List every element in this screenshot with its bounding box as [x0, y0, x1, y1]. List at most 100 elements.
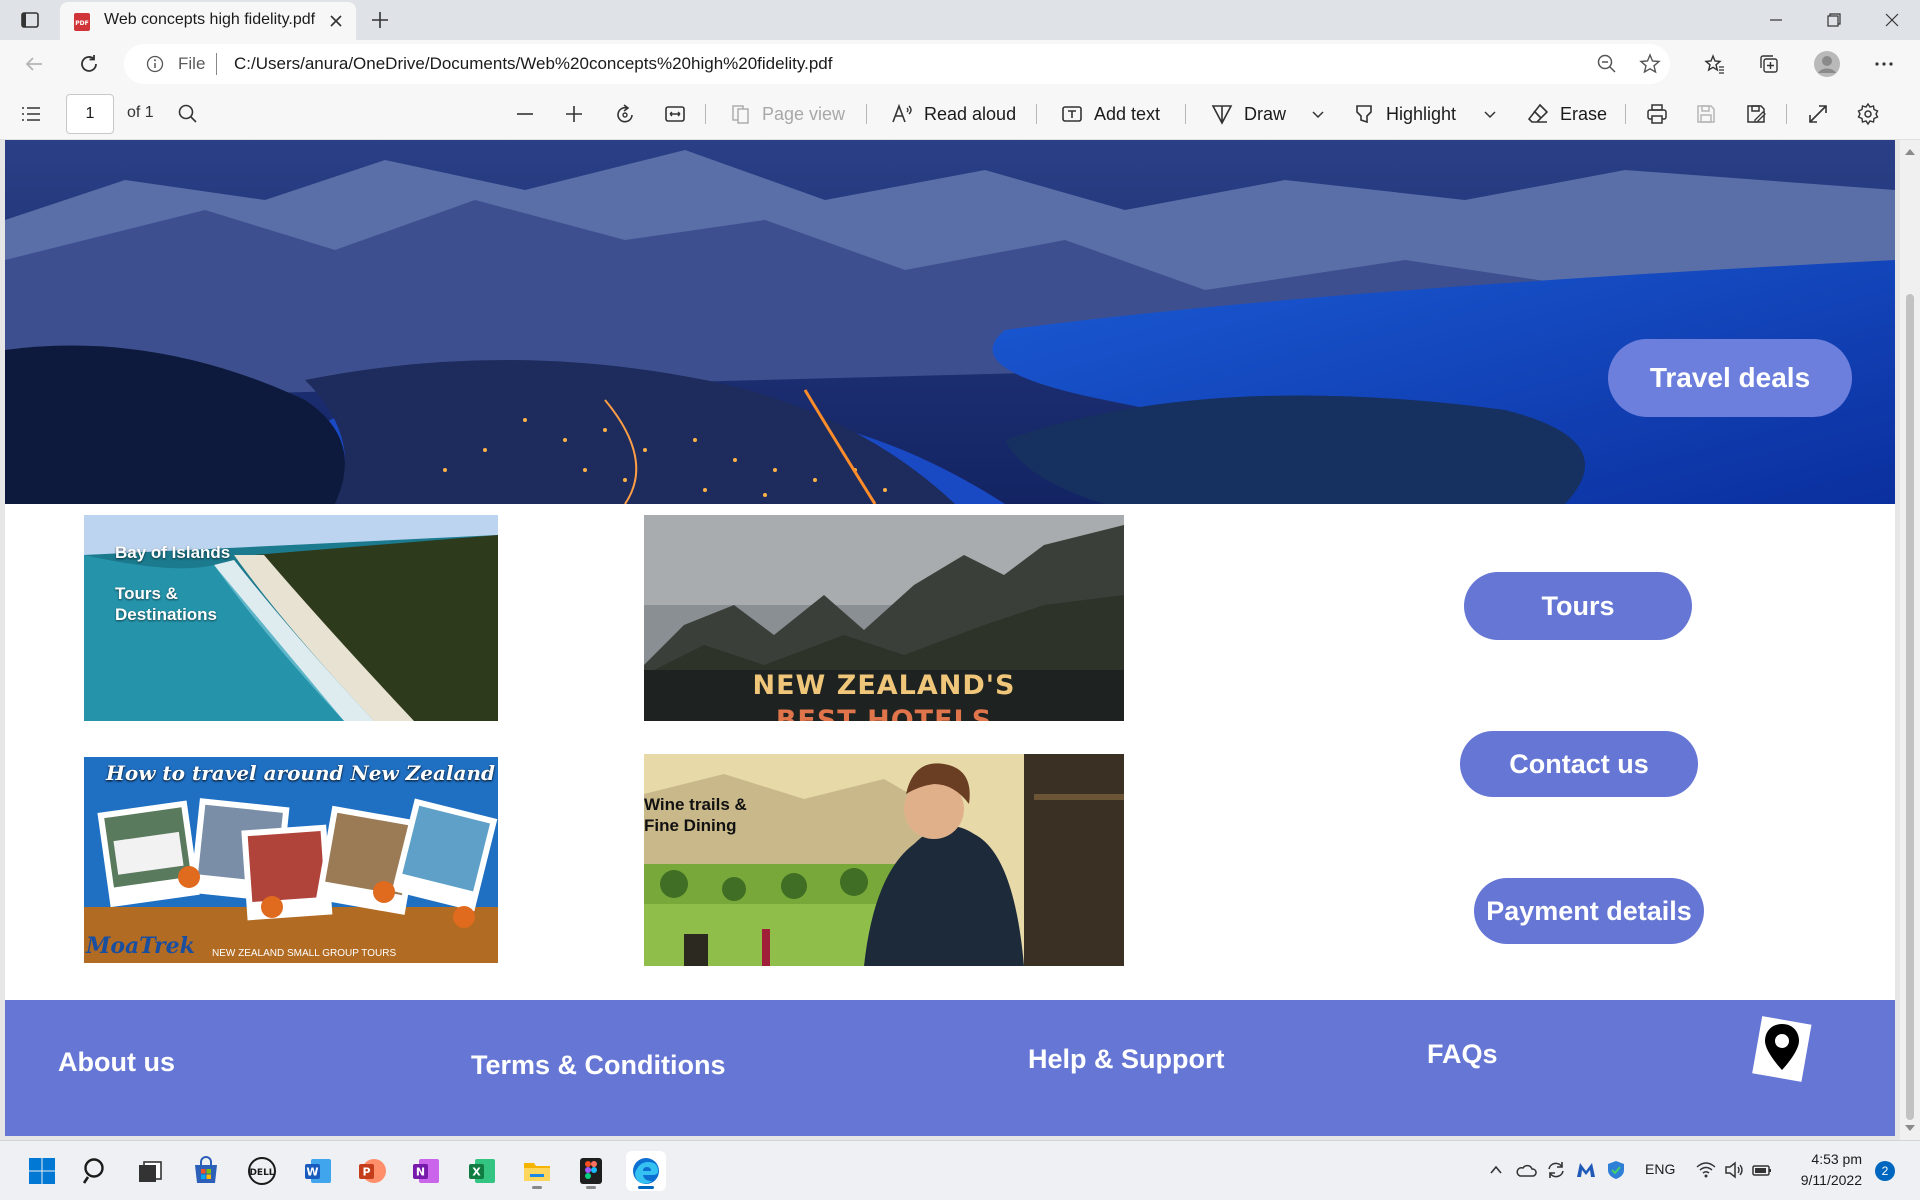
onenote-icon[interactable]: N [406, 1151, 446, 1191]
volume-icon[interactable] [1723, 1159, 1745, 1181]
microsoft-store-icon[interactable] [186, 1151, 226, 1191]
tab-close-icon[interactable] [326, 11, 346, 31]
task-view-icon[interactable] [130, 1151, 170, 1191]
wifi-icon[interactable] [1695, 1159, 1717, 1181]
restore-icon[interactable] [1806, 0, 1862, 40]
full-screen-icon[interactable] [1806, 102, 1830, 126]
language-indicator[interactable]: ENG [1645, 1161, 1675, 1177]
refresh-icon[interactable] [75, 50, 103, 78]
notification-badge[interactable]: 2 [1875, 1161, 1895, 1181]
toolbar-divider [1036, 104, 1037, 124]
favorites-icon[interactable] [1700, 50, 1728, 78]
security-shield-icon[interactable] [1605, 1159, 1627, 1181]
about-us-link[interactable]: About us [58, 1047, 175, 1078]
powerpoint-icon[interactable]: P [352, 1151, 392, 1191]
scrollbar-thumb[interactable] [1906, 294, 1914, 1120]
minimize-icon[interactable] [1748, 0, 1804, 40]
profile-avatar[interactable] [1813, 50, 1841, 78]
info-icon[interactable] [146, 55, 164, 73]
sync-icon[interactable] [1545, 1159, 1567, 1181]
moatrek-tagline: NEW ZEALAND SMALL GROUP TOURS [212, 948, 397, 959]
show-hidden-icons-chevron-icon[interactable] [1485, 1159, 1507, 1181]
draw-dropdown-chevron-icon[interactable] [1306, 102, 1330, 126]
url-text[interactable]: C:/Users/anura/OneDrive/Documents/Web%20… [234, 54, 832, 74]
highlight-button[interactable]: Highlight [1352, 101, 1456, 127]
bay-of-islands-title: Bay of Islands [115, 543, 231, 562]
word-icon[interactable]: W [298, 1151, 338, 1191]
travel-deals-button[interactable]: Travel deals [1608, 339, 1852, 417]
add-favorite-icon[interactable] [1639, 53, 1661, 75]
new-tab-icon[interactable] [368, 8, 392, 32]
erase-button[interactable]: Erase [1526, 101, 1607, 127]
scroll-up-arrow-icon[interactable] [1905, 143, 1915, 161]
vertical-scrollbar[interactable] [1900, 140, 1920, 1140]
page-number-input[interactable]: 1 [66, 94, 114, 134]
url-scheme: File [178, 54, 206, 73]
page-view-button[interactable]: Page view [730, 101, 845, 127]
faqs-link[interactable]: FAQs [1427, 1039, 1498, 1070]
find-icon[interactable] [176, 102, 200, 126]
malwarebytes-icon[interactable] [1575, 1159, 1597, 1181]
contact-us-button[interactable]: Contact us [1460, 731, 1698, 797]
hero-image: Travel deals [5, 140, 1895, 504]
read-aloud-button[interactable]: Read aloud [890, 101, 1016, 127]
best-hotels-title: NEW ZEALAND'S [752, 670, 1016, 701]
bay-of-islands-card[interactable]: Bay of Islands Tours & Destinations [84, 515, 498, 721]
toolbar-divider [1185, 104, 1186, 124]
more-options-icon[interactable] [1870, 50, 1898, 78]
wine-trails-card[interactable]: Wine trails & Fine Dining [644, 754, 1124, 966]
travel-around-nz-card[interactable]: How to travel around New Zealand MoaTrek… [84, 757, 498, 963]
dell-icon[interactable]: DELL [242, 1151, 282, 1191]
tab-actions-icon[interactable] [18, 8, 42, 32]
add-text-button[interactable]: Add text [1060, 101, 1160, 127]
settings-gear-icon[interactable] [1856, 102, 1880, 126]
zoom-in-icon[interactable] [562, 102, 586, 126]
file-explorer-icon[interactable] [517, 1151, 557, 1191]
clock-date[interactable]: 9/11/2022 [1790, 1172, 1862, 1188]
running-indicator [638, 1186, 654, 1189]
save-as-icon[interactable] [1744, 102, 1768, 126]
navigation-bar: File C:/Users/anura/OneDrive/Documents/W… [0, 40, 1920, 88]
svg-text:PDF: PDF [75, 20, 88, 27]
tab-title: Web concepts high fidelity.pdf [104, 11, 316, 28]
highlight-label: Highlight [1386, 103, 1457, 124]
clock-time[interactable]: 4:53 pm [1800, 1151, 1862, 1167]
svg-text:P: P [362, 1166, 370, 1179]
page-view-label: Page view [762, 103, 846, 124]
terms-conditions-link[interactable]: Terms & Conditions [471, 1050, 726, 1081]
table-of-contents-icon[interactable] [19, 102, 43, 126]
pdf-toolbar: 1 of 1 Page view Read aloud Add text Dra… [0, 88, 1920, 140]
scroll-down-arrow-icon[interactable] [1905, 1119, 1915, 1137]
tours-button[interactable]: Tours [1464, 572, 1692, 640]
moatrek-logo: MoaTrek [86, 933, 195, 959]
toolbar-divider [1625, 104, 1626, 124]
best-hotels-card[interactable]: NEW ZEALAND'S BEST HOTELS [644, 515, 1124, 721]
zoom-out-icon[interactable] [513, 102, 537, 126]
draw-button[interactable]: Draw [1210, 101, 1286, 127]
onedrive-icon[interactable] [1515, 1159, 1537, 1181]
battery-icon[interactable] [1751, 1159, 1773, 1181]
excel-icon[interactable]: X [462, 1151, 502, 1191]
collections-icon[interactable] [1755, 50, 1783, 78]
highlight-dropdown-chevron-icon[interactable] [1478, 102, 1502, 126]
search-icon[interactable] [76, 1151, 116, 1191]
print-icon[interactable] [1645, 102, 1669, 126]
back-icon[interactable] [20, 50, 48, 78]
windows-start-icon[interactable] [22, 1151, 62, 1191]
rotate-icon[interactable] [613, 102, 637, 126]
help-support-link[interactable]: Help & Support [1028, 1044, 1225, 1075]
payment-details-button[interactable]: Payment details [1474, 878, 1704, 944]
save-icon[interactable] [1694, 102, 1718, 126]
figma-icon[interactable] [571, 1151, 611, 1191]
browser-tab[interactable]: PDF Web concepts high fidelity.pdf [60, 2, 356, 40]
erase-label: Erase [1560, 103, 1608, 124]
pdf-viewer: Travel deals Bay of Islands Tours & Dest… [0, 140, 1920, 1140]
edge-icon[interactable] [626, 1151, 666, 1191]
map-pin-icon[interactable] [1751, 1014, 1813, 1082]
zoom-out-icon[interactable] [1596, 53, 1618, 75]
address-bar[interactable]: File C:/Users/anura/OneDrive/Documents/W… [124, 44, 1670, 84]
close-window-icon[interactable] [1864, 0, 1920, 40]
fit-to-width-icon[interactable] [663, 102, 687, 126]
tours-label: Tours & [115, 584, 178, 603]
toolbar-divider [866, 104, 867, 124]
